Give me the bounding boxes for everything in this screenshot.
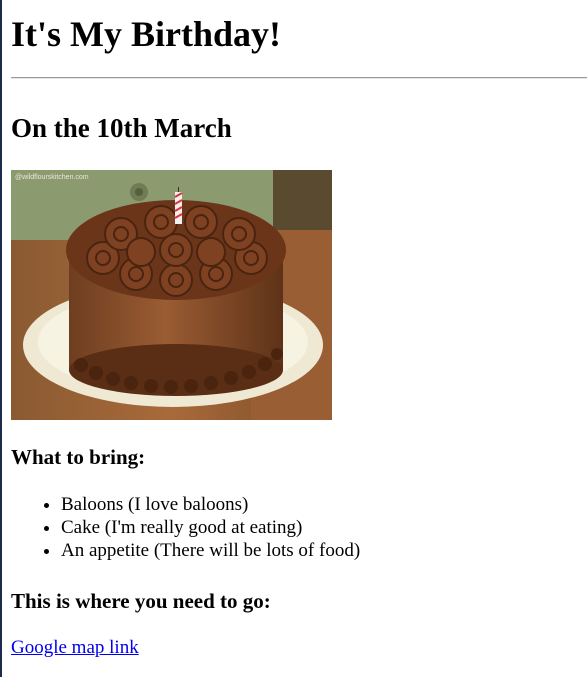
list-item: Baloons (I love baloons) [61,493,360,516]
bring-list: Baloons (I love baloons) Cake (I'm reall… [11,493,360,562]
bring-heading: What to bring: [11,445,146,469]
list-item: An appetite (There will be lots of food) [61,539,360,562]
where-heading: This is where you need to go: [11,589,271,613]
page-title: It's My Birthday! [11,14,281,54]
date-heading: On the 10th March [11,113,232,143]
list-item: Cake (I'm really good at eating) [61,516,360,539]
image-watermark: @wildflourskitchen.com [15,174,89,181]
google-map-link[interactable]: Google map link [11,636,139,660]
window-left-edge [0,0,2,677]
cake-image: @wildflourskitchen.com [11,170,332,420]
divider [11,77,587,79]
